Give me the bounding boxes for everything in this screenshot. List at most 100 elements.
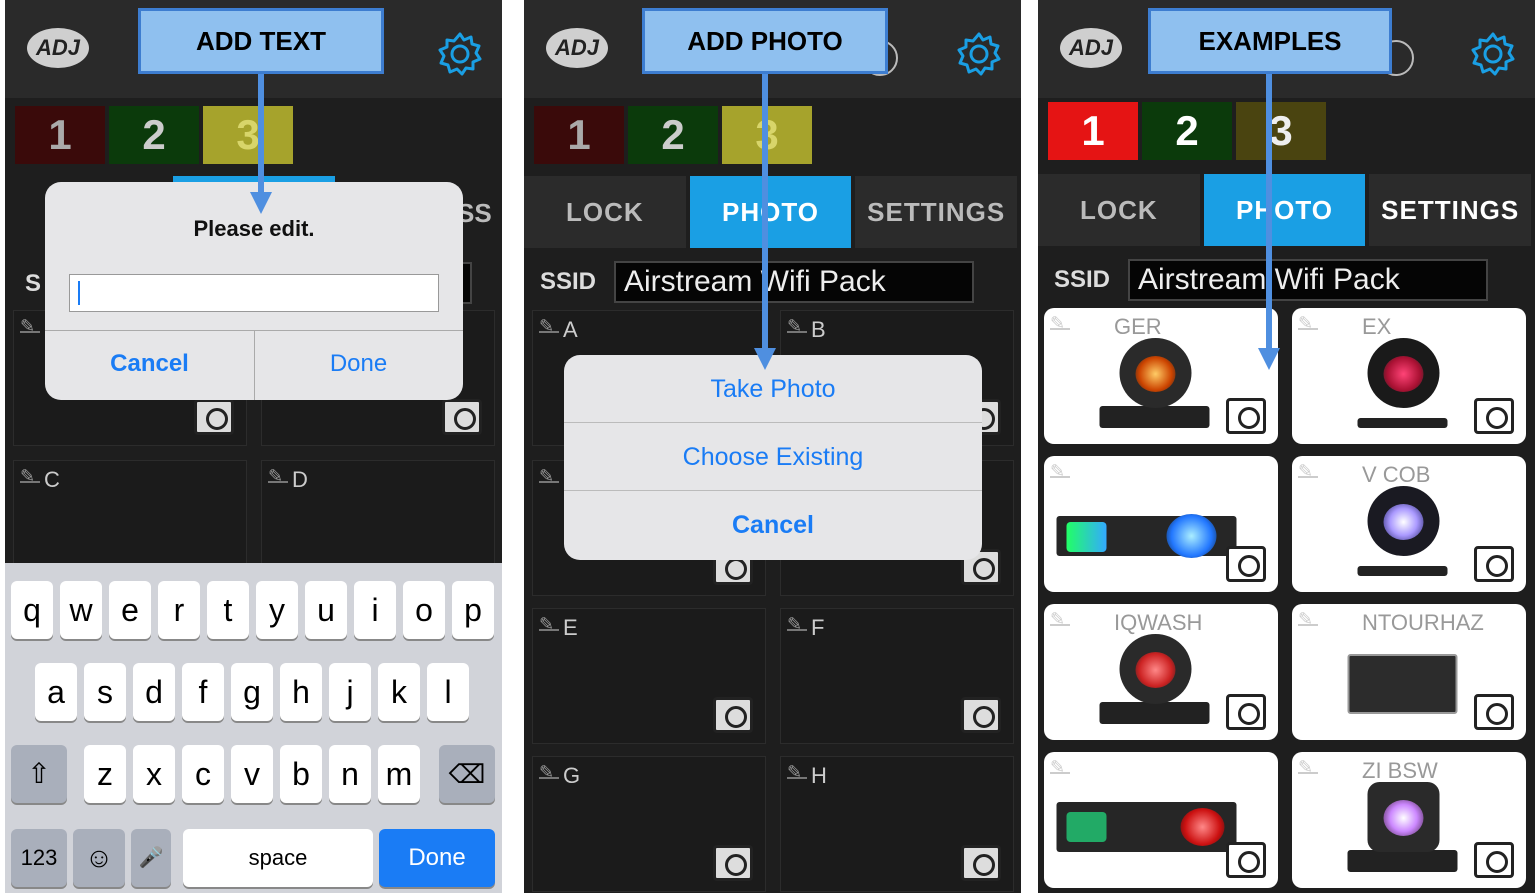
gear-icon[interactable] <box>1469 30 1517 78</box>
light-cell-h[interactable]: ✎ H <box>780 756 1014 892</box>
key-j[interactable]: j <box>329 663 371 721</box>
tab-lock[interactable]: LOCK <box>524 176 686 248</box>
scene-1-button[interactable]: 1 <box>534 106 624 164</box>
pencil-icon[interactable]: ✎ <box>787 317 807 335</box>
key-h[interactable]: h <box>280 663 322 721</box>
edit-text-input[interactable] <box>69 274 439 312</box>
key-i[interactable]: i <box>354 581 396 639</box>
scene-2-button[interactable]: 2 <box>628 106 718 164</box>
camera-icon[interactable] <box>961 697 1001 733</box>
key-x[interactable]: x <box>133 745 175 803</box>
choose-existing-button[interactable]: Choose Existing <box>564 423 982 491</box>
key-w[interactable]: w <box>60 581 102 639</box>
light-cell-e[interactable]: ✎ E <box>532 608 766 744</box>
key-o[interactable]: o <box>403 581 445 639</box>
scene-1-button[interactable]: 1 <box>1048 102 1138 160</box>
camera-icon[interactable] <box>194 399 234 435</box>
camera-icon[interactable] <box>1474 694 1514 730</box>
tab-photo[interactable]: PHOTO <box>1203 174 1366 246</box>
key-l[interactable]: l <box>427 663 469 721</box>
pencil-icon[interactable]: ✎ <box>539 615 559 633</box>
scene-2-button[interactable]: 2 <box>1142 102 1232 160</box>
key-f[interactable]: f <box>182 663 224 721</box>
pencil-icon[interactable]: ✎ <box>787 615 807 633</box>
key-k[interactable]: k <box>378 663 420 721</box>
tab-settings[interactable]: SETTINGS <box>855 176 1018 248</box>
keyboard-done-key[interactable]: Done <box>379 829 495 887</box>
scene-2-button[interactable]: 2 <box>109 106 199 164</box>
light-cell-h[interactable]: ✎ ZI BSW <box>1292 752 1526 888</box>
key-t[interactable]: t <box>207 581 249 639</box>
pencil-icon[interactable]: ✎ <box>1050 462 1070 480</box>
pencil-icon[interactable]: ✎ <box>1298 610 1318 628</box>
key-p[interactable]: p <box>452 581 494 639</box>
key-r[interactable]: r <box>158 581 200 639</box>
key-q[interactable]: q <box>11 581 53 639</box>
key-e[interactable]: e <box>109 581 151 639</box>
delete-key[interactable]: ⌫ <box>439 745 495 803</box>
light-cell-b[interactable]: ✎ EX <box>1292 308 1526 444</box>
ssid-field[interactable]: Airstream Wifi Pack <box>614 261 974 303</box>
key-b[interactable]: b <box>280 745 322 803</box>
camera-icon[interactable] <box>1474 546 1514 582</box>
pencil-icon[interactable]: ✎ <box>787 763 807 781</box>
camera-icon[interactable] <box>1226 842 1266 878</box>
pencil-icon[interactable]: ✎ <box>268 467 288 485</box>
pencil-icon[interactable]: ✎ <box>1050 610 1070 628</box>
pencil-icon[interactable]: ✎ <box>1298 314 1318 332</box>
camera-icon[interactable] <box>1474 842 1514 878</box>
gear-icon[interactable] <box>955 30 1003 78</box>
mic-key[interactable]: 🎤 <box>131 829 171 887</box>
key-a[interactable]: a <box>35 663 77 721</box>
tab-settings[interactable]: SETTINGS <box>1369 174 1532 246</box>
emoji-key[interactable]: ☺ <box>73 829 125 887</box>
light-cell-e[interactable]: ✎ IQWASH <box>1044 604 1278 740</box>
scene-3-button[interactable]: 3 <box>203 106 293 164</box>
shift-key[interactable]: ⇧ <box>11 745 67 803</box>
scene-3-button[interactable]: 3 <box>1236 102 1326 160</box>
light-cell-g[interactable]: ✎ G <box>532 756 766 892</box>
ssid-field[interactable]: Airstream Wifi Pack <box>1128 259 1488 301</box>
key-s[interactable]: s <box>84 663 126 721</box>
pencil-icon[interactable]: ✎ <box>1298 758 1318 776</box>
key-c[interactable]: c <box>182 745 224 803</box>
tab-photo[interactable]: PHOTO <box>689 176 852 248</box>
tab-lock[interactable]: LOCK <box>1038 174 1200 246</box>
gear-icon[interactable] <box>436 30 484 78</box>
camera-icon[interactable] <box>1474 398 1514 434</box>
light-cell-d[interactable]: ✎ V COB <box>1292 456 1526 592</box>
camera-icon[interactable] <box>713 697 753 733</box>
pencil-icon[interactable]: ✎ <box>20 317 40 335</box>
pencil-icon[interactable]: ✎ <box>1050 758 1070 776</box>
pencil-icon[interactable]: ✎ <box>1050 314 1070 332</box>
camera-icon[interactable] <box>442 399 482 435</box>
key-g[interactable]: g <box>231 663 273 721</box>
light-cell-c[interactable]: ✎ <box>1044 456 1278 592</box>
camera-icon[interactable] <box>1226 546 1266 582</box>
key-d[interactable]: d <box>133 663 175 721</box>
light-cell-f[interactable]: ✎ F <box>780 608 1014 744</box>
pencil-icon[interactable]: ✎ <box>539 317 559 335</box>
pencil-icon[interactable]: ✎ <box>539 467 559 485</box>
key-n[interactable]: n <box>329 745 371 803</box>
pencil-icon[interactable]: ✎ <box>20 467 40 485</box>
done-button[interactable]: Done <box>254 350 463 378</box>
space-key[interactable]: space <box>183 829 373 887</box>
camera-icon[interactable] <box>1226 694 1266 730</box>
key-u[interactable]: u <box>305 581 347 639</box>
camera-icon[interactable] <box>713 845 753 881</box>
light-cell-a[interactable]: ✎ GER <box>1044 308 1278 444</box>
key-z[interactable]: z <box>84 745 126 803</box>
key-v[interactable]: v <box>231 745 273 803</box>
light-cell-g[interactable]: ✎ <box>1044 752 1278 888</box>
numbers-key[interactable]: 123 <box>11 829 67 887</box>
scene-1-button[interactable]: 1 <box>15 106 105 164</box>
camera-icon[interactable] <box>1226 398 1266 434</box>
camera-icon[interactable] <box>961 845 1001 881</box>
pencil-icon[interactable]: ✎ <box>539 763 559 781</box>
cancel-button[interactable]: Cancel <box>45 350 254 378</box>
cancel-button[interactable]: Cancel <box>564 491 982 559</box>
pencil-icon[interactable]: ✎ <box>1298 462 1318 480</box>
light-cell-f[interactable]: ✎ NTOURHAZ <box>1292 604 1526 740</box>
key-y[interactable]: y <box>256 581 298 639</box>
